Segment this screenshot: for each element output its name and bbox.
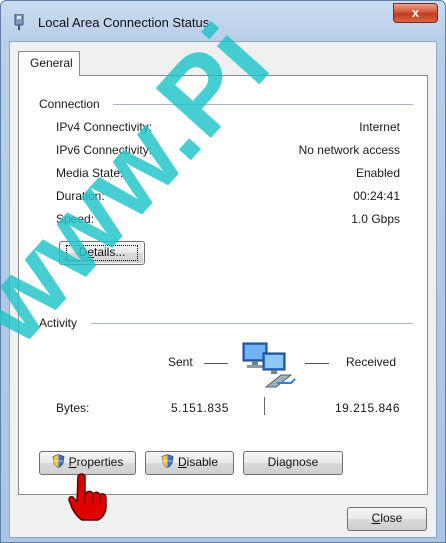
connection-group-label: Connection — [39, 97, 104, 111]
uac-shield-icon — [161, 454, 174, 468]
network-adapter-icon — [14, 14, 24, 30]
status-dialog: Local Area Connection Status x General C… — [0, 0, 446, 543]
sent-label: Sent — [168, 355, 193, 369]
close-button[interactable]: Close — [347, 507, 427, 531]
received-label: Received — [346, 355, 397, 369]
title-bar[interactable]: Local Area Connection Status x — [1, 1, 445, 41]
ipv4-label: IPv4 Connectivity: — [56, 120, 153, 134]
duration-label: Duration: — [56, 189, 105, 203]
activity-group-divider — [91, 323, 413, 324]
properties-label-rest: roperties — [76, 455, 124, 469]
sent-connector-line — [204, 363, 228, 364]
bytes-label: Bytes: — [56, 401, 90, 415]
diagnose-label-suffix: nose — [292, 455, 319, 469]
ipv6-value: No network access — [298, 143, 400, 157]
activity-separator — [264, 397, 265, 415]
details-focus-outline — [66, 245, 138, 261]
ipv4-value: Internet — [359, 120, 400, 134]
speed-value: 1.0 Gbps — [351, 212, 400, 226]
network-computers-icon — [242, 342, 296, 388]
window-title: Local Area Connection Status — [38, 15, 210, 30]
diagnose-button[interactable]: Diagnose — [243, 451, 343, 475]
disable-label-rest: isable — [186, 455, 219, 469]
duration-value: 00:24:41 — [353, 189, 400, 203]
ipv6-label: IPv6 Connectivity: — [56, 143, 153, 157]
media-state-label: Media State: — [56, 166, 124, 180]
bytes-sent-value: 5.151.835 — [171, 401, 229, 415]
general-tab-page — [18, 75, 428, 495]
connection-group-divider — [113, 104, 413, 105]
speed-label: Speed: — [56, 212, 95, 226]
disable-label-mnemonic: D — [177, 455, 187, 469]
diagnose-label-prefix: Dia — [267, 455, 286, 469]
bytes-received-value: 19.215.846 — [334, 401, 400, 415]
disable-button[interactable]: Disable — [145, 451, 234, 475]
media-state-value: Enabled — [355, 166, 400, 180]
received-connector-line — [305, 363, 329, 364]
close-label-rest: lose — [380, 511, 403, 525]
activity-group-label: Activity — [39, 316, 82, 330]
uac-shield-icon — [52, 454, 64, 468]
close-window-button[interactable]: x — [393, 3, 438, 23]
tab-general[interactable]: General — [18, 51, 80, 76]
properties-label-mnemonic: P — [68, 455, 77, 469]
hand-pointer-icon — [68, 473, 107, 521]
details-button[interactable]: Details... — [59, 241, 145, 265]
